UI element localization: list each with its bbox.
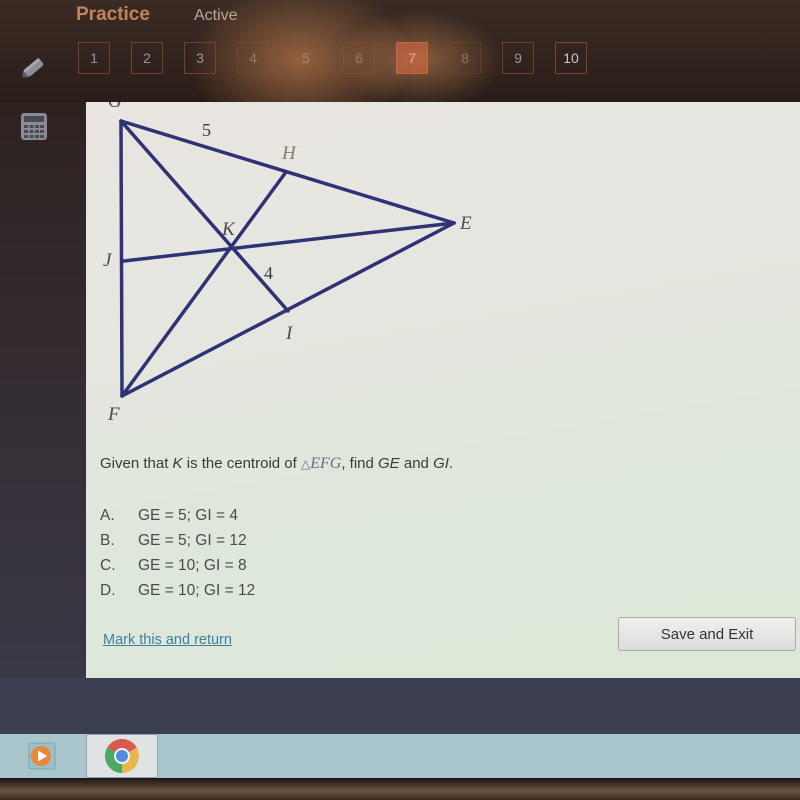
choice-letter: C. [100,557,116,574]
question-nav-7[interactable]: 7 [396,42,428,74]
triangle-figure: G H E J K I F 5 4 [103,102,472,425]
monitor-bezel [0,778,800,800]
question-nav-10[interactable]: 10 [555,42,587,74]
var-GI: GI [433,455,449,472]
vertex-label-H: H [281,143,297,164]
top-bar: Practice Active 1 2 3 4 5 6 7 8 9 10 [0,0,800,102]
choice-text: GE = 5; GI = 12 [138,532,247,549]
answer-choices: A. GE = 5; GI = 4 B. GE = 5; GI = 12 C. … [100,507,255,607]
left-toolbar [0,102,86,678]
triangle-symbol: △ [300,457,311,471]
question-nav-6[interactable]: 6 [343,42,375,74]
taskbar [0,734,800,778]
question-nav-4[interactable]: 4 [237,42,269,74]
status-label: Active [194,7,238,24]
choice-b[interactable]: B. GE = 5; GI = 12 [100,532,255,557]
choice-d[interactable]: D. GE = 10; GI = 12 [100,582,255,607]
vertex-label-I: I [285,323,294,344]
taskbar-chrome[interactable] [86,734,158,778]
save-and-exit-button[interactable]: Save and Exit [618,617,796,651]
segment-GF [119,119,124,398]
vertex-label-K: K [221,219,236,240]
choice-letter: D. [100,582,116,599]
vertex-label-G: G [108,102,122,112]
media-player-icon [28,742,56,770]
vertex-label-J: J [103,250,113,271]
choice-c[interactable]: C. GE = 10; GI = 8 [100,557,255,582]
choice-text: GE = 10; GI = 12 [138,582,256,599]
question-nav-3[interactable]: 3 [184,42,216,74]
median-EJ [122,221,456,263]
vertex-label-F: F [107,404,120,425]
segment-label-KI: 4 [264,263,273,283]
desktop-background [0,678,800,734]
segment-label-GH: 5 [202,120,211,140]
question-navigation: 1 2 3 4 5 6 7 8 9 10 [78,42,608,74]
choice-a[interactable]: A. GE = 5; GI = 4 [100,507,255,532]
vertex-label-E: E [459,213,472,234]
calculator-icon[interactable] [18,110,50,142]
var-GE: GE [378,455,400,472]
mark-and-return-link[interactable]: Mark this and return [103,632,232,648]
choice-letter: B. [100,532,115,549]
question-nav-9[interactable]: 9 [502,42,534,74]
question-panel: G H E J K I F 5 4 Given that K is the ce… [86,102,800,678]
choice-text: GE = 10; GI = 8 [138,557,247,574]
taskbar-media-player[interactable] [22,734,62,778]
median-FH [120,170,288,398]
choice-letter: A. [100,507,115,524]
chrome-icon [105,739,139,773]
question-text: Given that K is the centroid of △EFG, fi… [100,455,454,472]
var-K: K [172,455,183,472]
triangle-name: △EFG [300,455,342,472]
pencil-icon[interactable] [18,52,50,84]
question-nav-5[interactable]: 5 [290,42,322,74]
app-title: Practice [76,4,150,25]
choice-text: GE = 5; GI = 4 [138,507,238,524]
question-nav-1[interactable]: 1 [78,42,110,74]
question-nav-8[interactable]: 8 [449,42,481,74]
question-nav-2[interactable]: 2 [131,42,163,74]
